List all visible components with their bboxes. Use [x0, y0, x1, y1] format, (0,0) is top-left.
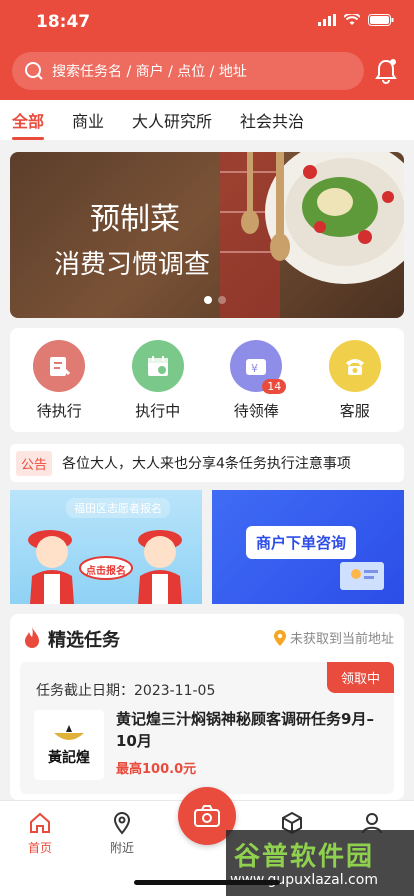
- location-pin-icon: [273, 629, 286, 646]
- section-title: 精选任务: [48, 630, 120, 651]
- banner-subtitle: 消费习惯调查: [54, 250, 211, 280]
- volunteers-illustration: [28, 530, 182, 604]
- quick-action-label: 执行中: [135, 401, 181, 420]
- flame-icon: [25, 627, 39, 648]
- food-plate-image: [220, 152, 404, 318]
- pagination-dot[interactable]: [218, 296, 226, 304]
- bell-icon[interactable]: [374, 58, 398, 84]
- wifi-icon: [344, 14, 360, 25]
- quick-action-label: 待领俸: [233, 401, 279, 420]
- banner-pagination: [204, 296, 226, 304]
- merchant-consult-card[interactable]: 商户下单咨询: [212, 490, 404, 604]
- featured-tasks-section: 精选任务 未获取到当前地址 任务截止日期：2023-11-05 领取中 黃記煌 …: [10, 614, 404, 800]
- announcement-text: 各位大人，大人来也分享4条任务执行注意事项: [62, 456, 351, 472]
- signal-icon: [318, 14, 336, 26]
- consult-illustration: [340, 562, 384, 590]
- calendar-icon: [131, 339, 184, 392]
- quick-action-label: 客服: [339, 401, 370, 420]
- location-icon: [113, 811, 131, 835]
- tab-nearby[interactable]: 附近: [92, 811, 152, 856]
- category-tabs: 全部 商业 大人研究所 社会共治: [0, 100, 414, 140]
- task-card[interactable]: 任务截止日期：2023-11-05 领取中 黃記煌 黄记煌三汁焖锅神秘顾客调研任…: [20, 662, 394, 794]
- phone-icon: [328, 339, 381, 392]
- announcement-tag: 公告: [16, 450, 53, 476]
- tab-business[interactable]: 商业: [72, 108, 104, 132]
- quick-action-payout[interactable]: ¥ 14 待领俸: [216, 339, 296, 421]
- location-text: 未获取到当前地址: [289, 632, 394, 647]
- status-time: 18:47: [36, 12, 91, 32]
- search-bar[interactable]: 搜索任务名 / 商户 / 点位 / 地址: [12, 52, 364, 90]
- volunteer-promo-card[interactable]: 福田区志愿者报名 点击报名: [10, 490, 202, 604]
- battery-icon: [368, 14, 394, 26]
- banner-title: 预制菜: [90, 202, 180, 237]
- tab-social[interactable]: 社会共治: [240, 108, 304, 132]
- tab-home[interactable]: 首页: [10, 811, 70, 856]
- merchant-logo-mark: [54, 725, 84, 740]
- home-indicator: [134, 880, 280, 885]
- location-status[interactable]: 未获取到当前地址: [273, 628, 394, 647]
- search-placeholder: 搜索任务名 / 商户 / 点位 / 地址: [52, 64, 247, 80]
- home-icon: [30, 812, 50, 833]
- quick-action-label: 待执行: [36, 401, 82, 420]
- pagination-dot[interactable]: [204, 296, 212, 304]
- quick-action-in-progress[interactable]: 执行中: [118, 339, 198, 421]
- merchant-logo: 黃記煌: [34, 710, 104, 780]
- quick-actions: 待执行 执行中 ¥ 14 待领俸 客服: [10, 328, 404, 432]
- watermark-text: 谷普软件园: [234, 842, 375, 872]
- task-status-badge: 领取中: [326, 662, 394, 693]
- wallet-icon: ¥ 14: [230, 339, 287, 394]
- search-icon: [25, 62, 43, 80]
- header: 18:47 搜索任务名 / 商户 / 点位 / 地址: [0, 0, 414, 100]
- camera-icon: [194, 805, 220, 827]
- merchant-logo-text: 黃記煌: [48, 750, 90, 766]
- pending-task-icon: [33, 339, 86, 392]
- task-deadline: 任务截止日期：2023-11-05: [36, 683, 216, 699]
- announcement-bar[interactable]: 公告 各位大人，大人来也分享4条任务执行注意事项: [10, 444, 404, 482]
- promo-subtitle: 点击报名: [86, 566, 126, 577]
- task-price: 最高100.0元: [116, 762, 197, 777]
- task-title: 黄记煌三汁焖锅神秘顾客调研任务9月–10月: [116, 710, 374, 750]
- status-icons: [318, 14, 394, 26]
- payout-count-badge: 14: [262, 378, 287, 394]
- tab-research[interactable]: 大人研究所: [132, 108, 212, 132]
- status-bar: 18:47: [0, 0, 414, 44]
- watermark: 谷普软件园 www.gupuxlazal.com: [226, 830, 414, 896]
- svg-text:¥: ¥: [251, 362, 258, 375]
- quick-action-support[interactable]: 客服: [315, 339, 395, 421]
- tab-label: 首页: [27, 841, 52, 855]
- tab-all[interactable]: 全部: [12, 108, 45, 140]
- promo-banner[interactable]: 预制菜 消费习惯调查: [10, 152, 404, 318]
- tab-label: 附近: [109, 841, 134, 855]
- quick-action-pending[interactable]: 待执行: [19, 339, 99, 421]
